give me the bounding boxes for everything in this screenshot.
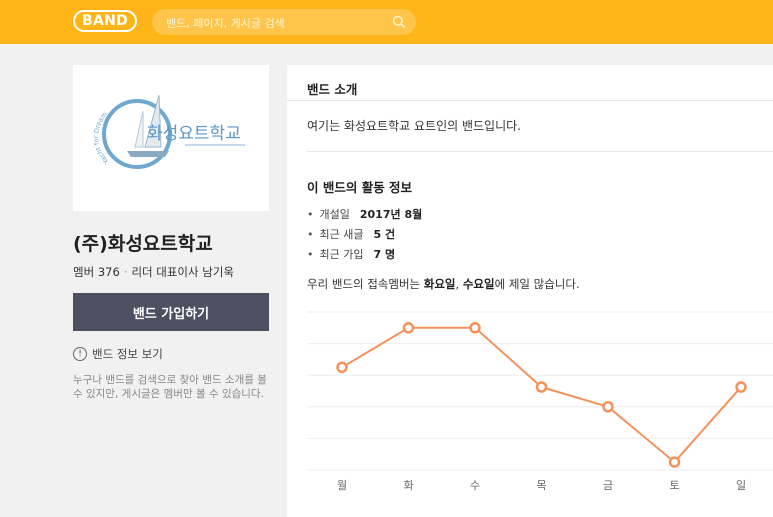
activity-summary: 우리 밴드의 접속멤버는 화요일, 수요일에 제일 많습니다. [307, 277, 580, 291]
band-meta: 멤버 376 · 리더 대표이사 남기욱 [73, 264, 234, 280]
chart-point-2 [469, 322, 481, 334]
info-icon: ! [73, 347, 87, 361]
members-label: 멤버 [73, 265, 95, 279]
chart-point-6 [735, 381, 747, 393]
intro-section-title: 밴드 소개 [307, 82, 358, 97]
chart-point-5 [668, 456, 681, 468]
chart-point-3 [535, 381, 548, 393]
chart-tick-label: 화 [403, 479, 413, 492]
chart-tick-label: 목 [536, 479, 546, 492]
peak-day-1: 화요일 [423, 277, 456, 291]
logo-brand-text: 화성요트학교 [147, 124, 241, 144]
leader-name: 대표이사 남기욱 [156, 265, 234, 279]
stat-recent-joins: • 최근 가입 7 명 [307, 248, 396, 261]
access-day-chart: 월화수목금토일 [307, 311, 773, 492]
activity-stats: • 개설일 2017년 8월 • 최근 새글 5 건 • 최근 가입 7 명 [307, 205, 422, 265]
activity-section-title: 이 밴드의 활동 정보 [307, 180, 413, 195]
divider [287, 100, 773, 101]
stat-founded: • 개설일 2017년 8월 [307, 208, 423, 221]
school-logo: Yacht for Dream 화성요트학교 [92, 94, 245, 169]
search-box[interactable]: 밴드, 페이지, 게시글 검색 [152, 9, 416, 35]
chart-point-0 [336, 361, 348, 374]
band-name: (주)화성요트학교 [73, 233, 213, 255]
join-band-button[interactable]: 밴드 가입하기 [73, 293, 269, 331]
band-info-link[interactable]: ! 밴드 정보 보기 [73, 346, 163, 362]
meta-separator: · [123, 265, 128, 279]
search-placeholder: 밴드, 페이지, 게시글 검색 [166, 17, 285, 30]
search-icon[interactable] [392, 15, 406, 29]
chart-tick-label: 수 [470, 479, 480, 492]
divider [307, 151, 773, 152]
leader-label: 리더 [131, 265, 153, 279]
band-logo[interactable]: BAND [73, 10, 137, 32]
chart-tick-label: 월 [337, 479, 347, 492]
stat-recent-posts: • 최근 새글 5 건 [307, 228, 396, 241]
intro-text: 여기는 화성요트학교 요트인의 밴드입니다. [307, 119, 521, 133]
chart-tick-label: 일 [736, 478, 746, 492]
chart-point-4 [602, 401, 614, 413]
chart-tick-label: 토 [669, 479, 679, 492]
band-visibility-description: 누구나 밴드를 검색으로 찾아 밴드 소개를 볼 수 있지만, 게시글은 멤버만… [73, 374, 267, 400]
band-info-label: 밴드 정보 보기 [92, 347, 163, 361]
chart-point-1 [402, 322, 415, 334]
band-cover-image: Yacht for Dream 화성요트학교 [73, 65, 269, 211]
chart-tick-label: 금 [603, 479, 613, 492]
chart-series-line [341, 326, 742, 464]
band-detail-panel: 밴드 소개 여기는 화성요트학교 요트인의 밴드입니다. 이 밴드의 활동 정보… [287, 65, 773, 517]
top-bar: BAND 밴드, 페이지, 게시글 검색 [0, 0, 773, 44]
member-count: 376 [97, 265, 120, 279]
peak-day-2: 수요일 [462, 277, 495, 291]
